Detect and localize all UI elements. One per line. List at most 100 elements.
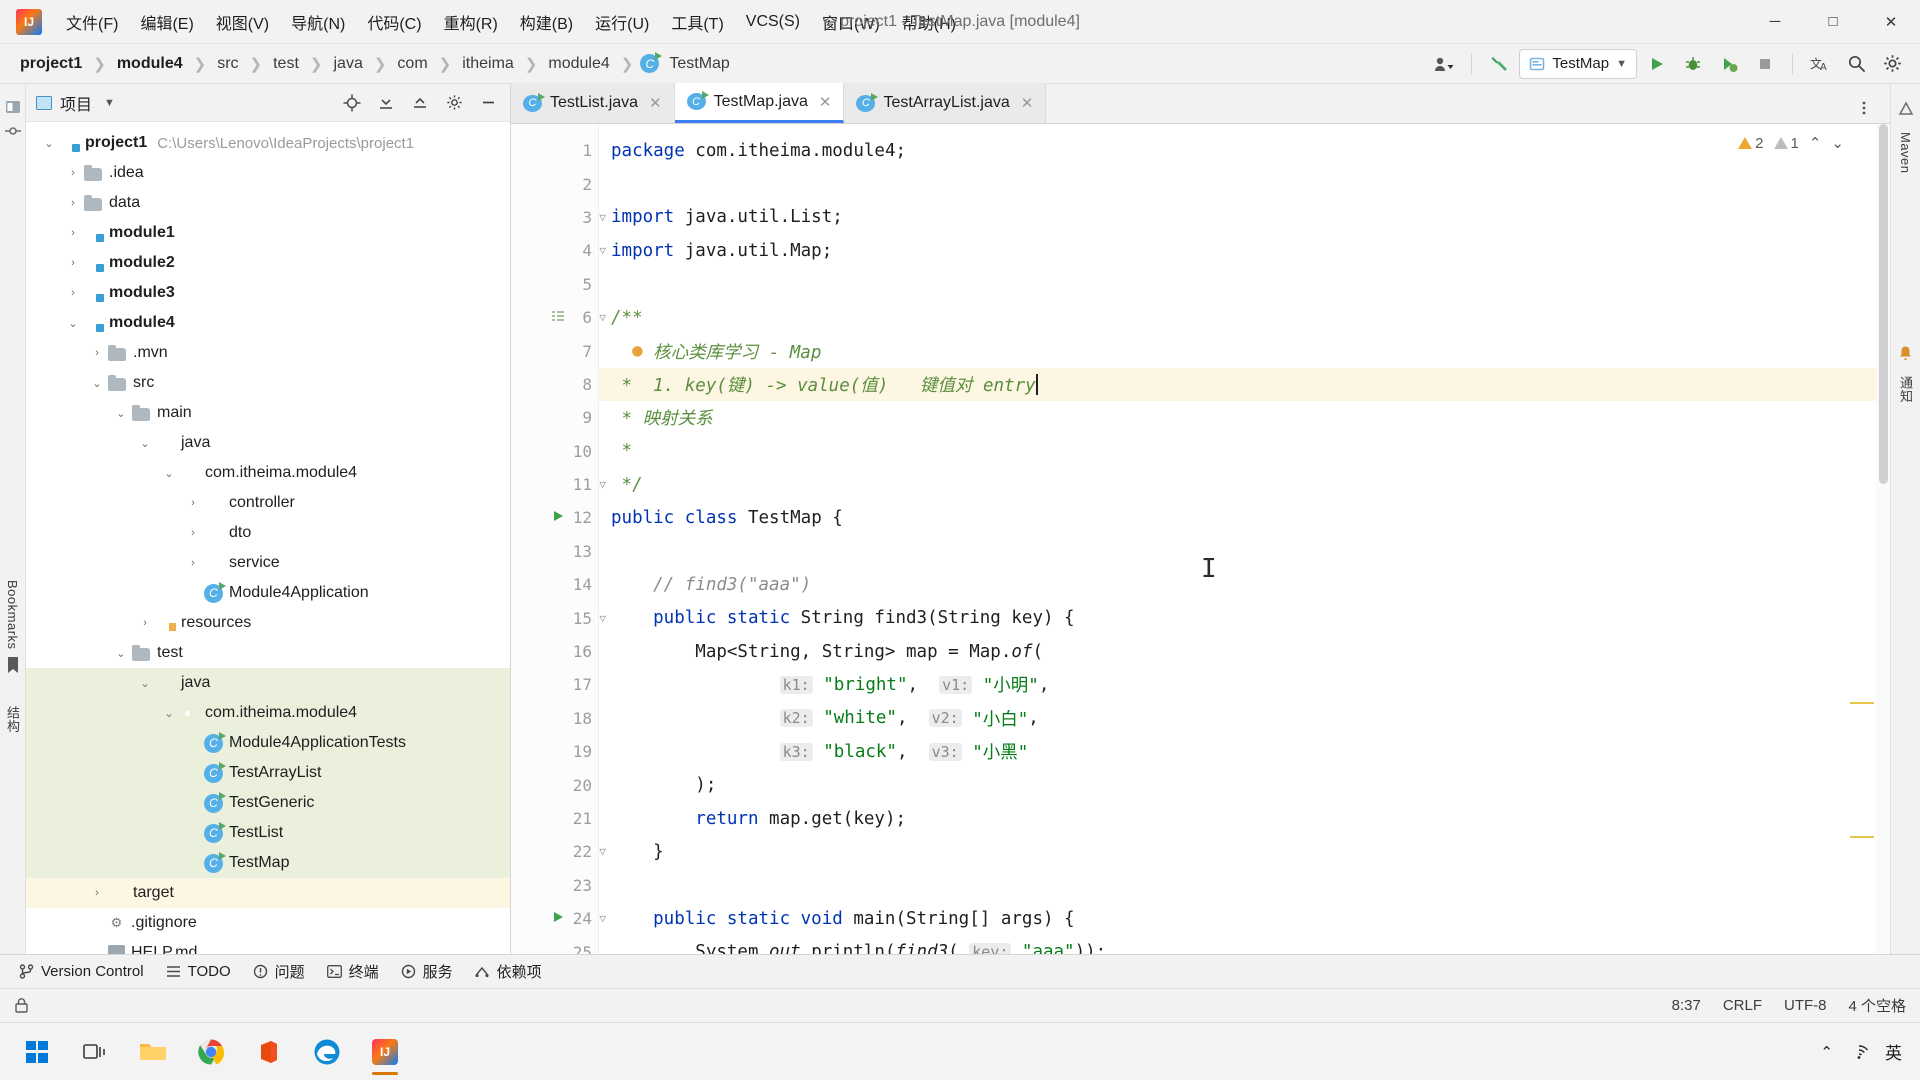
gutter-line[interactable]: 11 ▽ xyxy=(511,468,606,501)
lock-icon[interactable] xyxy=(14,997,29,1014)
code-line[interactable]: k3: "black", v3: "小黑" xyxy=(599,735,1890,768)
tree-node-dto[interactable]: › dto xyxy=(26,518,510,548)
tree-node-com-itheima-module4[interactable]: ⌄ com.itheima.module4 xyxy=(26,458,510,488)
expand-all-icon[interactable] xyxy=(370,88,402,118)
previous-problem-icon[interactable]: ⌃ xyxy=(1809,134,1822,152)
breadcrumb-com[interactable]: com xyxy=(393,53,431,75)
structure-tool-label[interactable]: 结构 xyxy=(3,706,22,733)
gutter-line[interactable]: 1 xyxy=(511,134,598,167)
run-gutter-icon[interactable] xyxy=(551,909,565,928)
intention-bulb-icon[interactable]: ● xyxy=(611,341,653,361)
maven-tool-label[interactable]: Maven xyxy=(1898,132,1913,174)
code-line[interactable] xyxy=(599,268,1890,301)
ime-indicator[interactable]: 英 xyxy=(1885,1039,1902,1064)
tool-dependencies[interactable]: 依赖项 xyxy=(466,958,551,985)
office-button[interactable] xyxy=(242,1027,296,1077)
gutter-line[interactable]: 20 xyxy=(511,768,598,801)
breadcrumb-testmap[interactable]: TestMap xyxy=(665,53,733,75)
code-line[interactable]: System. out .println(find3( key: "aaa")); xyxy=(599,935,1890,954)
chevron-down-icon[interactable]: ▼ xyxy=(104,97,115,109)
translate-icon[interactable]: 文A xyxy=(1804,49,1836,79)
tree-node-module1[interactable]: › module1 xyxy=(26,218,510,248)
menu-run[interactable]: 运行(U) xyxy=(585,5,659,39)
maximize-button[interactable]: □ xyxy=(1804,0,1862,44)
tree-node-java[interactable]: ⌄ java xyxy=(26,428,510,458)
notifications-bell-icon[interactable] xyxy=(1897,344,1915,362)
chevron-down-icon[interactable]: ⌄ xyxy=(62,317,84,330)
breadcrumb-test[interactable]: test xyxy=(269,53,303,75)
code-line[interactable] xyxy=(599,167,1890,200)
tree-node-module4applicationtests[interactable]: C Module4ApplicationTests xyxy=(26,728,510,758)
code-line[interactable]: public static void main(String[] args) { xyxy=(599,902,1890,935)
tree-node-main[interactable]: ⌄ main xyxy=(26,398,510,428)
maven-icon[interactable] xyxy=(1897,100,1915,118)
run-with-coverage-button[interactable] xyxy=(1713,49,1745,79)
gutter-line[interactable]: 25 xyxy=(511,935,598,954)
file-encoding[interactable]: UTF-8 xyxy=(1784,997,1827,1014)
gutter-line[interactable]: 13 xyxy=(511,535,598,568)
tree-node-testgeneric[interactable]: C TestGeneric xyxy=(26,788,510,818)
weak-warnings-badge[interactable]: 1 xyxy=(1773,135,1799,152)
tree-node-test[interactable]: ⌄ test xyxy=(26,638,510,668)
menu-build[interactable]: 构建(B) xyxy=(510,5,583,39)
tree-node--idea[interactable]: › .idea xyxy=(26,158,510,188)
code-line[interactable] xyxy=(599,535,1890,568)
tree-node-module4application[interactable]: C Module4Application xyxy=(26,578,510,608)
warnings-badge[interactable]: 2 xyxy=(1738,135,1764,152)
tree-node-service[interactable]: › service xyxy=(26,548,510,578)
gutter-line[interactable]: 5 xyxy=(511,268,598,301)
bookmarks-tool-label[interactable]: Bookmarks xyxy=(5,580,20,650)
tree-node--gitignore[interactable]: ⚙ .gitignore xyxy=(26,908,510,938)
chevron-right-icon[interactable]: › xyxy=(62,227,84,239)
tree-node-module2[interactable]: › module2 xyxy=(26,248,510,278)
tab-testmap-java[interactable]: C TestMap.java ✕ xyxy=(674,83,845,123)
code-line[interactable] xyxy=(599,869,1890,902)
tool-terminal[interactable]: 终端 xyxy=(318,958,388,985)
gear-icon[interactable] xyxy=(1876,49,1908,79)
network-icon[interactable] xyxy=(1849,1044,1869,1060)
gutter-line[interactable]: 17 xyxy=(511,668,598,701)
breadcrumb-module4-pkg[interactable]: module4 xyxy=(544,53,613,75)
chevron-down-icon[interactable]: ⌄ xyxy=(110,407,132,420)
gutter-line[interactable]: 22 ▽ xyxy=(511,835,606,868)
breadcrumb-java[interactable]: java xyxy=(329,53,366,75)
code-line[interactable]: */ xyxy=(599,468,1890,501)
scrollbar-thumb[interactable] xyxy=(1879,124,1888,484)
gutter-line[interactable]: 14 xyxy=(511,568,598,601)
gutter-line[interactable]: 7 xyxy=(511,334,598,367)
stop-button[interactable] xyxy=(1749,49,1781,79)
commit-tool-icon[interactable] xyxy=(4,122,22,140)
gutter-line[interactable]: 21 xyxy=(511,802,598,835)
chevron-right-icon[interactable]: › xyxy=(86,887,108,899)
gutter-line[interactable]: 4 ▽ xyxy=(511,234,606,267)
gutter-line[interactable]: 9 xyxy=(511,401,598,434)
menu-edit[interactable]: 编辑(E) xyxy=(130,5,203,39)
breadcrumb-itheima[interactable]: itheima xyxy=(458,53,518,75)
code-line[interactable]: * xyxy=(599,435,1890,468)
run-button[interactable] xyxy=(1641,49,1673,79)
code-line[interactable]: Map<String, String> map = Map. of( xyxy=(599,635,1890,668)
menu-view[interactable]: 视图(V) xyxy=(206,5,279,39)
tool-services[interactable]: 服务 xyxy=(392,958,462,985)
build-hammer-icon[interactable] xyxy=(1483,49,1515,79)
run-gutter-icon[interactable] xyxy=(551,508,565,527)
tab-testlist-java[interactable]: C TestList.java ✕ xyxy=(511,83,675,123)
breadcrumb-module4[interactable]: module4 xyxy=(113,53,187,75)
chrome-button[interactable] xyxy=(184,1027,238,1077)
close-icon[interactable]: ✕ xyxy=(649,94,662,112)
bookmark-icon[interactable] xyxy=(4,656,22,674)
edge-button[interactable] xyxy=(300,1027,354,1077)
tree-node-target[interactable]: › target xyxy=(26,878,510,908)
inspection-widget[interactable]: 2 1 ⌃ ⌄ xyxy=(1738,134,1844,152)
code-line[interactable]: * 1. key(键) -> value(值) 键值对 entry xyxy=(599,367,1890,402)
tree-node--mvn[interactable]: › .mvn xyxy=(26,338,510,368)
gutter-line[interactable]: 6 ▽ xyxy=(511,301,606,334)
chevron-down-icon[interactable]: ⌄ xyxy=(134,677,156,690)
menu-window[interactable]: 窗口(W) xyxy=(812,5,890,39)
tool-version-control[interactable]: Version Control xyxy=(10,960,153,983)
tree-node-module4[interactable]: ⌄ module4 xyxy=(26,308,510,338)
start-button[interactable] xyxy=(10,1027,64,1077)
close-icon[interactable]: ✕ xyxy=(819,93,832,111)
chevron-down-icon[interactable]: ⌄ xyxy=(158,707,180,720)
gutter-line[interactable]: 18 xyxy=(511,702,598,735)
